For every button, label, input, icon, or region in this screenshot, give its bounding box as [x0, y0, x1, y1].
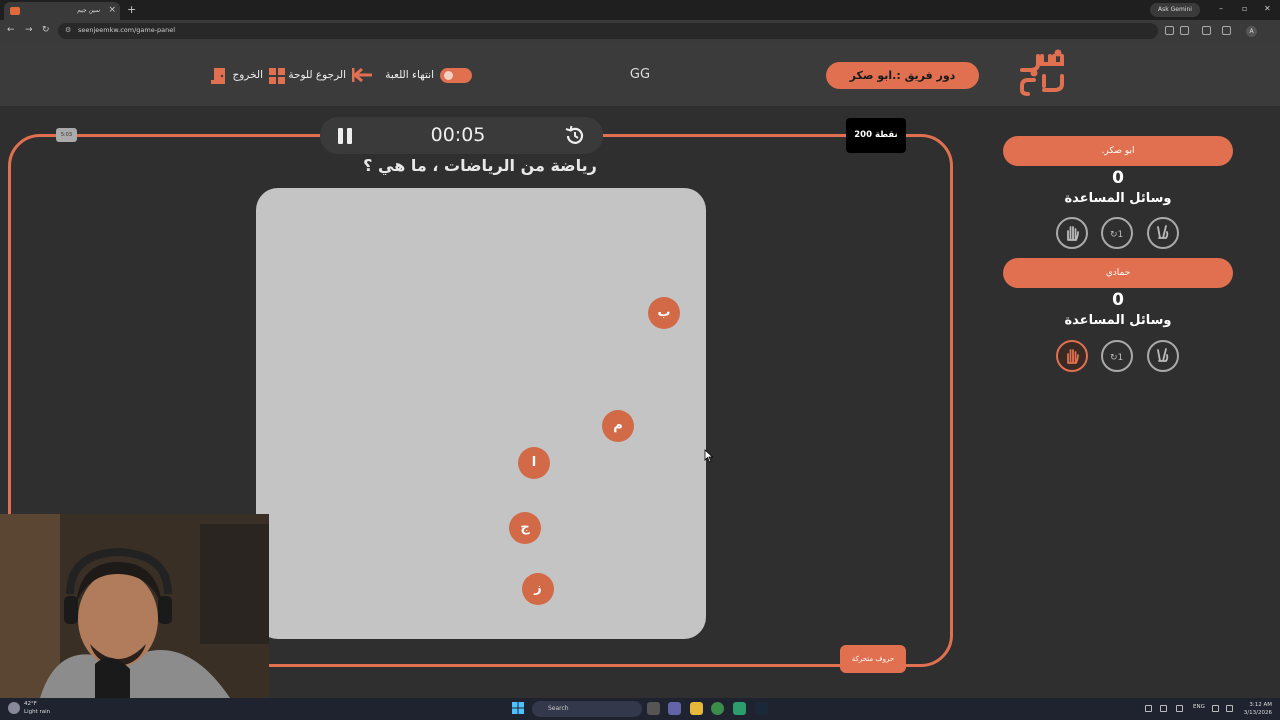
hand-icon[interactable] [1056, 217, 1088, 249]
letter-bubble[interactable]: ز [522, 573, 554, 605]
letter-bubble[interactable]: م [602, 410, 634, 442]
back-to-board-label[interactable]: الرجوع للوحة [284, 69, 346, 81]
mode-badge[interactable]: حروف متحركة [840, 645, 906, 673]
profile-avatar[interactable]: A [1246, 26, 1257, 37]
network-icon[interactable] [1212, 705, 1219, 712]
favicon-icon [10, 7, 20, 15]
end-game-label[interactable]: انتهاء اللعبة [376, 69, 434, 81]
steam-icon[interactable] [755, 702, 768, 715]
toggle-knob [444, 71, 453, 80]
aids-label: وسائل المساعدة [1064, 313, 1172, 328]
timer-display: 00:05 [430, 124, 486, 146]
teams-icon[interactable] [668, 702, 681, 715]
chrome-icon[interactable] [711, 702, 724, 715]
small-tag: 5:03 [56, 128, 77, 142]
language-indicator[interactable]: ENG [1193, 704, 1205, 710]
pause-icon[interactable] [337, 127, 353, 145]
ask-gemini-button[interactable]: Ask Gemini [1150, 3, 1200, 17]
maximize-button[interactable]: ▫ [1242, 4, 1247, 13]
turn-indicator: دور فريق :.ابو صكر [826, 62, 979, 89]
end-game-toggle[interactable] [440, 68, 472, 83]
swap-icon[interactable]: ↻1 [1101, 217, 1133, 249]
aids-label: وسائل المساعدة [1064, 191, 1172, 206]
tray-chevron-icon[interactable] [1145, 705, 1152, 712]
address-bar-row: ← → ↻ ⚙ seenjeemkw.com/game-panel A [0, 20, 1280, 42]
microphone-icon[interactable] [1176, 705, 1183, 712]
question-text: رياضة من الرياضات ، ما هي ؟ [363, 156, 597, 175]
mouse-cursor-icon [704, 449, 714, 463]
file-explorer-icon[interactable] [690, 702, 703, 715]
minimize-button[interactable]: – [1219, 4, 1223, 13]
clock-date: 3/13/2026 [1243, 710, 1272, 716]
windows-start-icon[interactable] [512, 702, 524, 714]
bookmark-star-icon[interactable] [1180, 26, 1189, 35]
game-header: دور فريق :.ابو صكر GG انتهاء اللعبة الرج… [0, 42, 1280, 106]
tray-app-icon[interactable] [1160, 705, 1167, 712]
browser-tab[interactable]: سين جيم × [4, 2, 120, 20]
url-field[interactable]: ⚙ seenjeemkw.com/game-panel [58, 23, 1158, 39]
team-score: 0 [1112, 168, 1124, 188]
webcam-overlay [0, 514, 269, 698]
browser-tab-bar: سين جيم × + Ask Gemini – ▫ ✕ [0, 0, 1280, 20]
grid-icon[interactable] [268, 67, 286, 85]
tab-close-icon[interactable]: × [108, 5, 116, 15]
reset-timer-icon[interactable] [564, 125, 586, 147]
reload-icon[interactable]: ↻ [42, 25, 50, 35]
taskbar-clock[interactable]: 3:12 AM 3/13/2026 [1240, 701, 1272, 717]
exit-label[interactable]: الخروج [231, 69, 263, 81]
svg-text:↻1: ↻1 [1110, 353, 1123, 363]
team-score: 0 [1112, 290, 1124, 310]
door-exit-icon[interactable] [211, 67, 229, 85]
weather-widget[interactable]: 42°F Light rain [24, 700, 50, 716]
letter-bubble[interactable]: ب [648, 297, 680, 329]
seen-jeem-logo [1020, 49, 1064, 96]
game-name: GG [629, 67, 651, 82]
back-icon[interactable]: ← [7, 25, 15, 35]
hand-icon[interactable] [1056, 340, 1088, 372]
peace-icon[interactable] [1147, 340, 1179, 372]
points-badge: 200 نقطة [846, 118, 906, 153]
letter-bubble[interactable]: ج [509, 512, 541, 544]
letters-area [256, 188, 706, 639]
team-name-pill: .ابو صكر [1003, 136, 1233, 166]
swap-icon[interactable]: ↻1 [1101, 340, 1133, 372]
team-name-pill: حمادي [1003, 258, 1233, 288]
clock-time: 3:12 AM [1249, 702, 1272, 708]
new-tab-button[interactable]: + [127, 3, 136, 16]
extensions-icon[interactable] [1222, 26, 1231, 35]
app-icon[interactable] [733, 702, 746, 715]
svg-text:↻1: ↻1 [1110, 230, 1123, 240]
tab-title: سين جيم [77, 7, 100, 14]
url-text: seenjeemkw.com/game-panel [78, 26, 176, 34]
side-panel-icon[interactable] [1202, 26, 1211, 35]
task-view-icon[interactable] [647, 702, 660, 715]
forward-icon[interactable]: → [25, 25, 33, 35]
taskbar-search[interactable]: Search [532, 701, 642, 717]
translate-icon[interactable] [1165, 26, 1174, 35]
peace-icon[interactable] [1147, 217, 1179, 249]
letter-bubble[interactable]: ا [518, 447, 550, 479]
windows-taskbar: 42°F Light rain Search ENG 3:12 AM 3/13/… [0, 698, 1280, 720]
site-info-icon[interactable]: ⚙ [65, 26, 71, 34]
close-window-button[interactable]: ✕ [1264, 4, 1271, 13]
weather-desc: Light rain [24, 709, 51, 715]
volume-icon[interactable] [1226, 705, 1233, 712]
weather-temp: 42°F [24, 701, 37, 707]
arrow-icon[interactable] [352, 67, 374, 83]
weather-icon[interactable] [8, 702, 20, 714]
